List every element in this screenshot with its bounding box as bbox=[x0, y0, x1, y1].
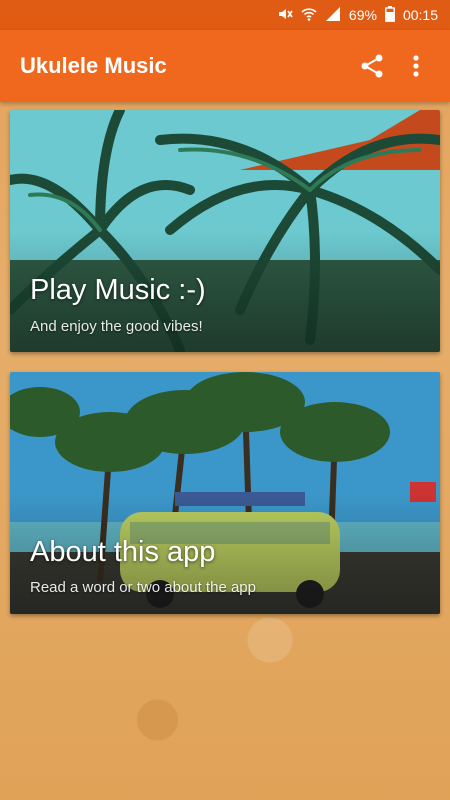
mute-icon bbox=[277, 6, 293, 25]
share-icon bbox=[361, 54, 383, 78]
card-subtitle: And enjoy the good vibes! bbox=[30, 318, 203, 335]
app-bar: Ukulele Music bbox=[0, 30, 450, 102]
battery-icon bbox=[385, 5, 395, 25]
signal-icon bbox=[325, 6, 341, 25]
wifi-icon bbox=[301, 6, 317, 25]
app-title: Ukulele Music bbox=[20, 53, 167, 78]
overflow-menu-button[interactable] bbox=[394, 44, 438, 88]
card-title: About this app bbox=[30, 536, 216, 568]
about-app-card[interactable]: About this app Read a word or two about … bbox=[10, 372, 440, 614]
play-music-card[interactable]: Play Music :-) And enjoy the good vibes! bbox=[10, 110, 440, 352]
clock: 00:15 bbox=[402, 7, 438, 23]
card-title: Play Music :-) bbox=[30, 274, 206, 306]
status-bar: 69% 00:15 bbox=[0, 0, 450, 30]
share-button[interactable] bbox=[350, 44, 394, 88]
overflow-menu-icon bbox=[413, 55, 419, 77]
card-subtitle: Read a word or two about the app bbox=[30, 579, 256, 596]
battery-percent: 69% bbox=[348, 7, 377, 23]
